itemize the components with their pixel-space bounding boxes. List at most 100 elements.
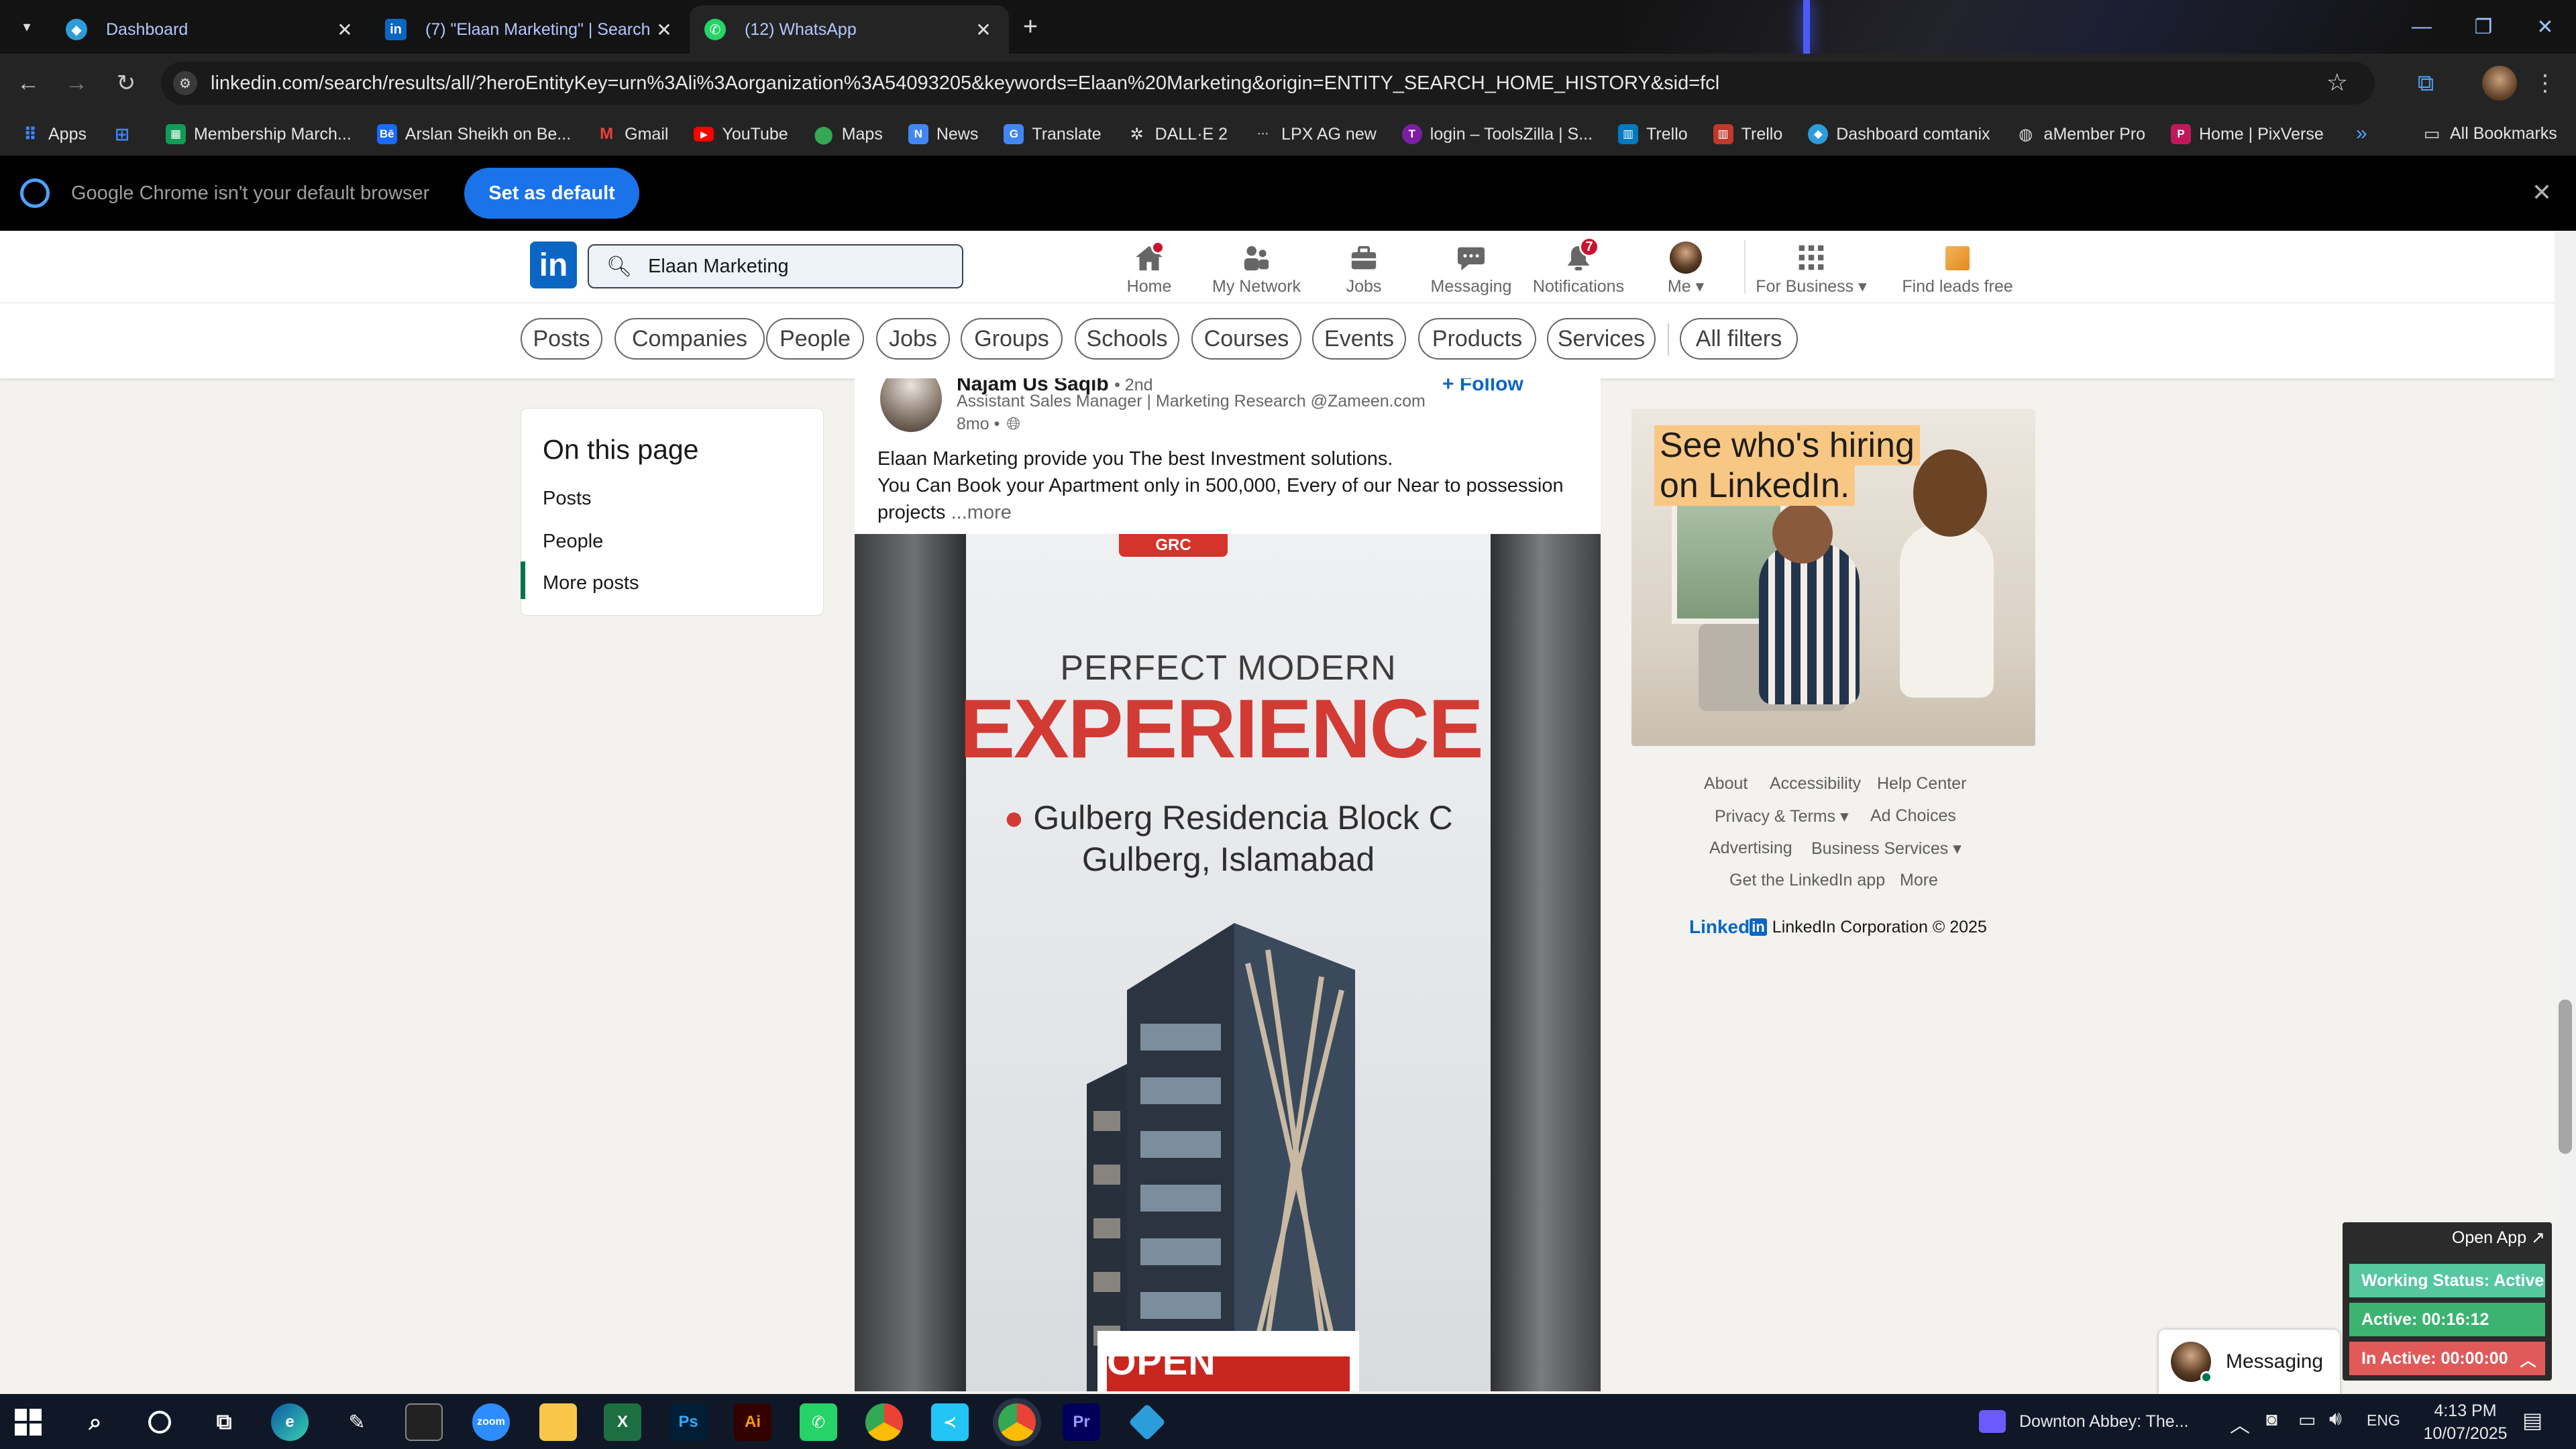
bookmark-trello-1[interactable]: ▥ Trello xyxy=(1618,124,1688,144)
bookmark-youtube[interactable]: ▶ YouTube xyxy=(694,125,788,144)
bookmark-gmail[interactable]: M Gmail xyxy=(596,124,668,144)
back-arrow-icon[interactable]: ← xyxy=(12,67,44,99)
footer-about[interactable]: About xyxy=(1704,774,1748,794)
post-image[interactable]: GRC PERFECT MODERN EXPERIENCE ● Gulberg … xyxy=(855,534,1601,1391)
footer-privacy-terms[interactable]: Privacy & Terms ▾ xyxy=(1715,806,1849,826)
photoshop-icon[interactable]: Ps xyxy=(669,1403,707,1441)
more-bookmarks-chevron-icon[interactable]: » xyxy=(2356,122,2367,145)
footer-help-center[interactable]: Help Center xyxy=(1877,774,1966,794)
scrollbar-thumb[interactable] xyxy=(2559,1000,2572,1154)
filter-services[interactable]: Services xyxy=(1547,318,1656,360)
bookmark-translate[interactable]: G Translate xyxy=(1004,124,1102,144)
minimize-icon[interactable]: — xyxy=(2391,0,2453,54)
task-view-icon[interactable]: ⧉ xyxy=(205,1403,243,1441)
tab-dashboard[interactable]: ◆ Dashboard ✕ xyxy=(51,5,370,54)
nav-messaging[interactable]: Messaging xyxy=(1414,239,1528,297)
nav-jobs[interactable]: Jobs xyxy=(1307,239,1421,297)
footer-advertising[interactable]: Advertising xyxy=(1709,839,1792,858)
set-as-default-button[interactable]: Set as default xyxy=(464,168,639,219)
filter-all-filters[interactable]: All filters xyxy=(1680,318,1798,360)
nav-my-network[interactable]: My Network xyxy=(1199,239,1313,297)
nav-me[interactable]: Me ▾ xyxy=(1629,239,1743,297)
footer-accessibility[interactable]: Accessibility xyxy=(1770,774,1861,794)
phone-link-icon[interactable]: ✆ xyxy=(800,1403,837,1441)
windows-start-icon[interactable] xyxy=(9,1403,47,1441)
app-diamond-icon[interactable] xyxy=(1128,1403,1166,1441)
footer-more[interactable]: More xyxy=(1900,871,1938,890)
profile-avatar[interactable] xyxy=(2482,66,2517,101)
terminal-icon[interactable] xyxy=(405,1403,443,1441)
bookmark-apps[interactable]: ⠿ Apps xyxy=(20,124,87,144)
bookmark-pixverse[interactable]: P Home | PixVerse xyxy=(2171,124,2324,144)
on-this-page-posts[interactable]: Posts xyxy=(543,488,592,510)
bookmark-membership[interactable]: ▦ Membership March... xyxy=(165,124,352,144)
bookmark-comtanix[interactable]: ◆ Dashboard comtanix xyxy=(1808,124,1990,144)
bookmark-star-icon[interactable]: ☆ xyxy=(2326,68,2348,97)
language-indicator[interactable]: ENG xyxy=(2367,1411,2400,1430)
chrome-icon[interactable] xyxy=(865,1403,903,1441)
site-info-icon[interactable]: ⚙ xyxy=(173,71,197,95)
window-close-icon[interactable]: ✕ xyxy=(2514,0,2576,54)
vscode-icon[interactable]: ≺ xyxy=(931,1403,969,1441)
address-bar[interactable]: ⚙ linkedin.com/search/results/all/?heroE… xyxy=(161,62,2375,105)
meet-icon[interactable]: ◙ xyxy=(2266,1409,2277,1430)
tray-chevron-up-icon[interactable]: ︿ xyxy=(2230,1409,2250,1438)
nav-for-business[interactable]: For Business ▾ xyxy=(1752,239,1870,297)
extensions-icon[interactable]: ⧉ xyxy=(2410,67,2442,99)
bookmark-news[interactable]: N News xyxy=(908,124,978,144)
bookmark-trello-2[interactable]: ▥ Trello xyxy=(1713,124,1782,144)
cortana-icon[interactable] xyxy=(141,1403,178,1441)
page-scrollbar[interactable] xyxy=(2555,231,2576,1394)
file-explorer-icon[interactable] xyxy=(539,1403,577,1441)
tab-linkedin-search[interactable]: in (7) "Elaan Marketing" | Search | ✕ xyxy=(370,5,690,54)
bookmark-maps[interactable]: ⬤ Maps xyxy=(814,124,883,144)
reload-icon[interactable]: ↻ xyxy=(110,67,142,99)
filter-products[interactable]: Products xyxy=(1418,318,1536,360)
bookmark-behance[interactable]: Bē Arslan Sheikh on Be... xyxy=(376,124,571,144)
tab-search-chevron-icon[interactable]: ▾ xyxy=(15,15,39,39)
footer-business-services[interactable]: Business Services ▾ xyxy=(1811,839,1962,859)
search-input[interactable]: 🔍︎ Elaan Marketing xyxy=(588,244,963,288)
zoom-icon[interactable]: zoom xyxy=(472,1403,510,1441)
media-widget[interactable]: Downton Abbey: The... xyxy=(1979,1410,2188,1433)
on-this-page-people[interactable]: People xyxy=(543,531,603,553)
close-icon[interactable]: ✕ xyxy=(973,19,994,41)
footer-get-app[interactable]: Get the LinkedIn app xyxy=(1729,871,1885,890)
search-icon[interactable]: ⌕ xyxy=(76,1403,114,1441)
author-avatar[interactable] xyxy=(880,378,942,432)
filter-posts[interactable]: Posts xyxy=(521,318,602,360)
messaging-overlay[interactable]: Messaging xyxy=(2159,1330,2340,1394)
chevron-up-icon[interactable]: ︿ xyxy=(2520,1347,2536,1371)
filter-groups[interactable]: Groups xyxy=(961,318,1063,360)
bookmark-dalle[interactable]: ✲ DALL·E 2 xyxy=(1127,124,1228,144)
all-bookmarks[interactable]: ▭ All Bookmarks xyxy=(2422,123,2557,144)
premiere-icon[interactable]: Pr xyxy=(1063,1403,1100,1441)
forward-arrow-icon[interactable]: → xyxy=(60,67,93,99)
open-app-button[interactable]: Open App ↗ xyxy=(2452,1228,2545,1248)
see-more-link[interactable]: ...more xyxy=(951,502,1012,523)
nav-notifications[interactable]: 7 Notifications xyxy=(1521,237,1635,297)
nav-home[interactable]: Home xyxy=(1092,239,1206,297)
illustrator-icon[interactable]: Ai xyxy=(734,1403,771,1441)
pen-icon[interactable]: ✎ xyxy=(338,1403,376,1441)
filter-courses[interactable]: Courses xyxy=(1191,318,1301,360)
close-icon[interactable]: ✕ xyxy=(334,19,356,41)
bookmark-lpx[interactable]: ··· LPX AG new xyxy=(1253,124,1377,144)
network-icon[interactable]: ▭ xyxy=(2298,1409,2316,1431)
clock[interactable]: 4:13 PM 10/07/2025 xyxy=(2415,1399,2516,1445)
excel-icon[interactable]: X xyxy=(604,1403,641,1441)
tab-whatsapp[interactable]: ✆ (12) WhatsApp ✕ xyxy=(690,5,1009,54)
filter-schools[interactable]: Schools xyxy=(1075,318,1179,360)
linkedin-logo[interactable]: in xyxy=(530,241,577,288)
close-icon[interactable]: ✕ xyxy=(653,19,675,41)
kebab-menu-icon[interactable]: ⋮ xyxy=(2529,67,2561,99)
filter-people[interactable]: People xyxy=(766,318,864,360)
volume-icon[interactable]: 🔊︎ xyxy=(2329,1407,2342,1430)
on-this-page-more-posts[interactable]: More posts xyxy=(543,572,639,594)
hiring-ad[interactable]: See who's hiring on LinkedIn. xyxy=(1631,409,2035,746)
nav-find-leads[interactable]: Find leads free xyxy=(1890,239,2025,297)
bookmark-amember[interactable]: ◍ aMember Pro xyxy=(2016,124,2145,144)
filter-jobs[interactable]: Jobs xyxy=(876,318,950,360)
notification-center-icon[interactable]: ▤ xyxy=(2522,1407,2542,1433)
bookmark-toolszilla[interactable]: Tlogin – ToolsZilla | S... xyxy=(1401,124,1593,144)
